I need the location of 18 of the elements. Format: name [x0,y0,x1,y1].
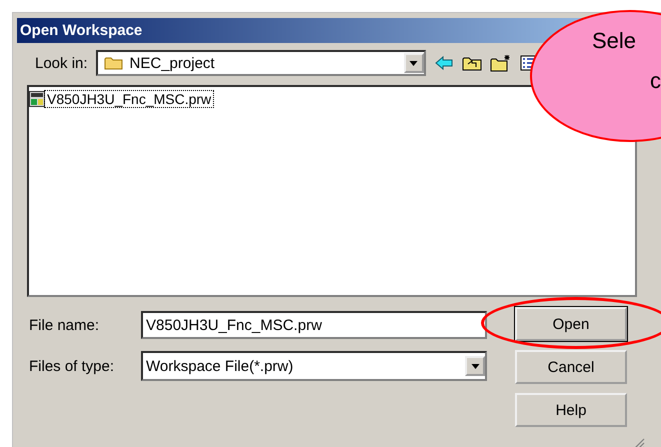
back-arrow-icon[interactable] [434,55,454,71]
workspace-file-icon [29,91,45,107]
dialog-button[interactable]: Help [515,393,627,427]
file-name-field[interactable]: V850JH3U_Fnc_MSC.prw [141,311,487,339]
window-title: Open Workspace [20,22,142,39]
dialog-button[interactable]: Open [515,307,627,341]
dialog-button[interactable]: Cancel [515,350,627,384]
new-folder-icon[interactable] [490,54,512,72]
callout-text: Sele [592,28,636,54]
folder-icon [104,55,124,71]
callout-text: c [650,68,661,94]
look-in-label: Look in: [35,54,88,72]
resize-grip-icon[interactable] [633,438,645,447]
file-name-label: File name: [29,316,100,334]
up-folder-icon[interactable] [462,55,482,71]
look-in-dropdown[interactable]: NEC_project [96,50,426,76]
file-type-label: Files of type: [29,358,116,374]
file-type-dropdown[interactable]: Workspace File(*.prw) [141,351,487,381]
